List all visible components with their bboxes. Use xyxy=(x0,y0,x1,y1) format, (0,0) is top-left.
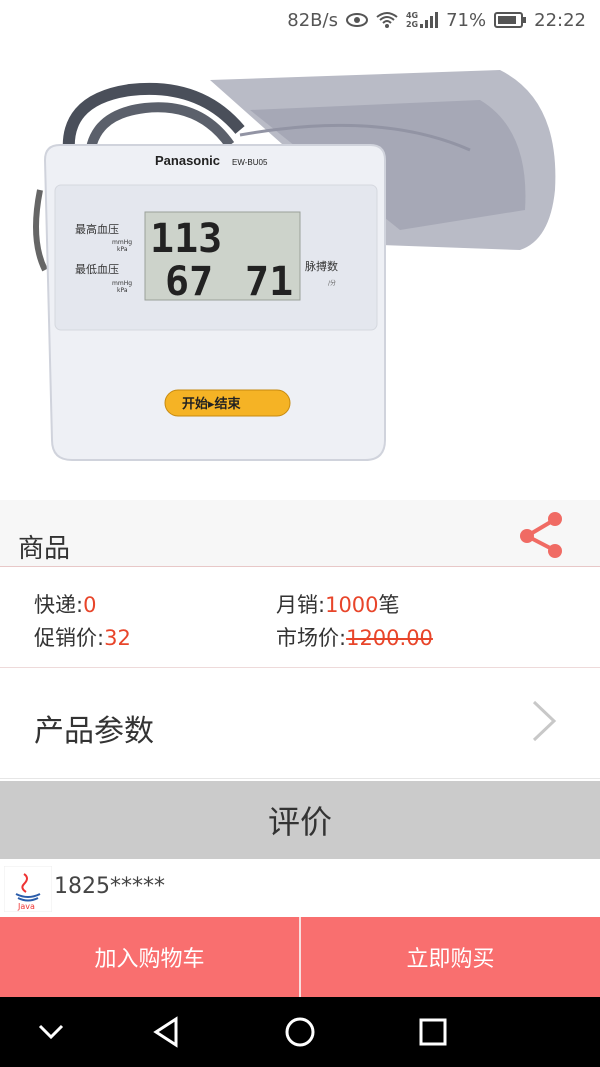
action-bar: 加入购物车 立即购买 xyxy=(0,917,600,997)
product-info: 快递:0 月销:1000笔 促销价:32 市场价:1200.00 xyxy=(0,567,600,668)
shipping-label: 快递: xyxy=(34,593,84,617)
label-systolic: 最高血压 xyxy=(75,222,119,236)
recents-square-icon[interactable] xyxy=(412,1011,454,1053)
cellular-signal-icon: 4G 2G xyxy=(405,11,439,29)
chevron-right-icon xyxy=(532,700,557,742)
lcd-diastolic: 67 xyxy=(165,259,213,305)
lcd-pulse: 71 xyxy=(245,259,293,305)
reviews-header: 评价 xyxy=(0,781,600,859)
avatar: Java xyxy=(3,865,53,913)
java-logo-icon: Java xyxy=(3,865,53,913)
lcd-systolic: 113 xyxy=(150,216,222,262)
device-button-label: 开始▸结束 xyxy=(182,396,242,412)
status-bar: 82B/s 4G 2G 71% 22:22 xyxy=(0,0,600,40)
market-price-value: 1200.00 xyxy=(346,626,433,650)
review-username: 1825***** xyxy=(54,874,165,899)
share-icon xyxy=(520,512,562,558)
pulse-unit: /分 xyxy=(328,279,336,287)
label-pulse: 脉搏数 xyxy=(305,259,338,273)
back-triangle-icon[interactable] xyxy=(146,1011,188,1053)
device-brand: Panasonic xyxy=(155,153,220,168)
battery-icon xyxy=(494,12,527,28)
unit-kpa-top: kPa xyxy=(117,246,128,253)
device-model: EW-BU05 xyxy=(232,158,268,167)
label-diastolic: 最低血压 xyxy=(75,262,119,276)
network-speed: 82B/s xyxy=(287,9,338,31)
section-title: 商品 xyxy=(18,534,71,564)
monthly-sales-info: 月销:1000笔 xyxy=(276,589,400,619)
monthly-sales-value: 1000 xyxy=(325,593,379,617)
section-header: 商品 xyxy=(0,500,600,567)
market-price-label: 市场价: xyxy=(276,626,347,650)
chevron-down-icon[interactable] xyxy=(30,1011,72,1053)
system-nav-bar xyxy=(0,997,600,1067)
unit-mmhg-top: mmHg xyxy=(112,239,132,246)
promo-price-value: 32 xyxy=(104,626,131,650)
eye-icon xyxy=(345,12,368,28)
share-button[interactable] xyxy=(512,506,568,562)
buy-now-button[interactable]: 立即购买 xyxy=(301,917,600,997)
avatar-text: Java xyxy=(17,902,35,911)
wifi-icon xyxy=(376,11,398,29)
shipping-value: 0 xyxy=(83,593,97,617)
product-image: Panasonic EW-BU05 113 67 71 最高血压 mmHg kP… xyxy=(0,40,600,500)
monthly-sales-unit: 笔 xyxy=(378,593,400,617)
clock: 22:22 xyxy=(534,9,586,31)
promo-price-label: 促销价: xyxy=(34,626,105,650)
market-price-info: 市场价:1200.00 xyxy=(276,622,433,652)
promo-price-info: 促销价:32 xyxy=(34,622,131,652)
home-circle-icon[interactable] xyxy=(279,1011,321,1053)
shipping-info: 快递:0 xyxy=(34,589,96,619)
add-to-cart-button[interactable]: 加入购物车 xyxy=(0,917,299,997)
monthly-sales-label: 月销: xyxy=(276,593,326,617)
network-type-4g: 4G xyxy=(405,11,419,20)
unit-mmhg-bottom: mmHg xyxy=(112,280,132,287)
unit-kpa-bottom: kPa xyxy=(117,287,128,294)
reviews-title: 评价 xyxy=(267,803,332,841)
review-item[interactable]: Java 1825***** xyxy=(0,860,600,916)
network-type-2g: 2G xyxy=(405,20,419,29)
battery-percent: 71% xyxy=(446,9,487,31)
product-params-label: 产品参数 xyxy=(34,714,154,749)
product-params-row[interactable]: 产品参数 xyxy=(0,668,600,779)
